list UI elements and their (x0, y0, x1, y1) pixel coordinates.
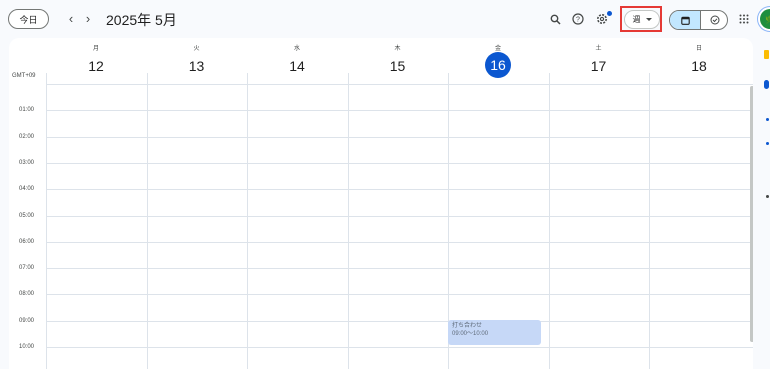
day-column-divider (649, 73, 650, 369)
calendar-icon (680, 16, 690, 25)
hour-label: 08:00 (19, 291, 35, 298)
keep-icon[interactable] (764, 50, 769, 59)
day-column-divider (548, 73, 550, 369)
timezone-label: GMT+09 (12, 73, 36, 79)
search-button[interactable] (545, 9, 565, 29)
hour-divider (46, 294, 753, 296)
calendar-view-button[interactable] (670, 11, 701, 29)
day-of-week-label: 月 (92, 46, 99, 52)
hour-divider (46, 84, 753, 85)
help-button[interactable]: ? (568, 9, 588, 29)
day-column-divider (347, 73, 349, 369)
hour-label: 07:00 (19, 265, 35, 272)
day-of-week-label: 火 (193, 46, 200, 52)
hour-label: 03:00 (19, 159, 35, 166)
maps-icon[interactable] (766, 142, 769, 145)
day-column-divider (46, 73, 47, 369)
hour-divider (46, 189, 753, 191)
day-number[interactable]: 18 (649, 58, 749, 74)
scrollbar[interactable] (750, 86, 753, 342)
tasks-icon[interactable] (764, 80, 769, 89)
day-of-week-label: 土 (595, 46, 602, 52)
apps-grid-icon (739, 14, 749, 24)
prev-week-button[interactable]: ‹ (64, 12, 78, 26)
highlight-box (620, 6, 662, 32)
day-of-week-label: 日 (695, 46, 702, 52)
hour-divider (46, 241, 753, 243)
day-column-divider (247, 73, 248, 369)
today-button[interactable]: 今日 (8, 9, 49, 29)
event-card[interactable]: 打ち合わせ 09:00～10:00 (448, 320, 541, 345)
hour-divider (46, 136, 753, 138)
hour-label: 04:00 (19, 186, 35, 193)
add-addon-icon[interactable] (766, 195, 769, 198)
calendar-tasks-toggle[interactable] (669, 10, 728, 30)
hour-label: 10:00 (19, 344, 35, 350)
hour-divider (46, 162, 753, 164)
day-of-week-label: 木 (394, 46, 401, 52)
hour-divider (46, 110, 753, 112)
day-of-week-label: 金 (494, 46, 501, 52)
tasks-view-button[interactable] (701, 11, 727, 29)
event-title: 打ち合わせ (452, 323, 483, 329)
day-column-divider (146, 73, 148, 369)
day-of-week-label: 水 (293, 46, 300, 52)
gear-icon (597, 14, 607, 24)
notification-dot (607, 11, 612, 16)
day-number-today[interactable]: 16 (485, 52, 511, 78)
day-number[interactable]: 13 (147, 58, 247, 74)
hour-divider (46, 215, 753, 217)
day-number[interactable]: 17 (549, 58, 649, 74)
hour-label: 05:00 (19, 212, 35, 219)
page-title: 2025年 5月 (106, 12, 177, 28)
hour-divider (46, 320, 753, 322)
help-icon: ? (572, 13, 584, 25)
day-number[interactable]: 15 (348, 58, 448, 74)
next-week-button[interactable]: › (81, 12, 95, 26)
hour-label: 01:00 (19, 107, 35, 114)
hour-label: 09:00 (19, 317, 35, 324)
hour-label: 06:00 (19, 238, 35, 245)
day-number[interactable]: 14 (247, 58, 347, 74)
contacts-icon[interactable] (766, 118, 769, 121)
day-number[interactable]: 12 (46, 58, 146, 74)
svg-text:?: ? (576, 17, 580, 24)
hour-label: 02:00 (19, 133, 35, 140)
hour-divider (46, 347, 753, 348)
apps-button[interactable] (734, 9, 754, 29)
check-circle-icon (710, 15, 719, 25)
search-icon (550, 14, 561, 25)
event-time: 09:00～10:00 (452, 331, 489, 337)
hour-divider (46, 268, 753, 270)
week-grid: 月 12 火 13 水 14 木 15 金 16 土 17 日 18 GMT+09 01:00 02:00 0… (9, 38, 753, 369)
avatar[interactable]: 🌿 (760, 9, 770, 29)
